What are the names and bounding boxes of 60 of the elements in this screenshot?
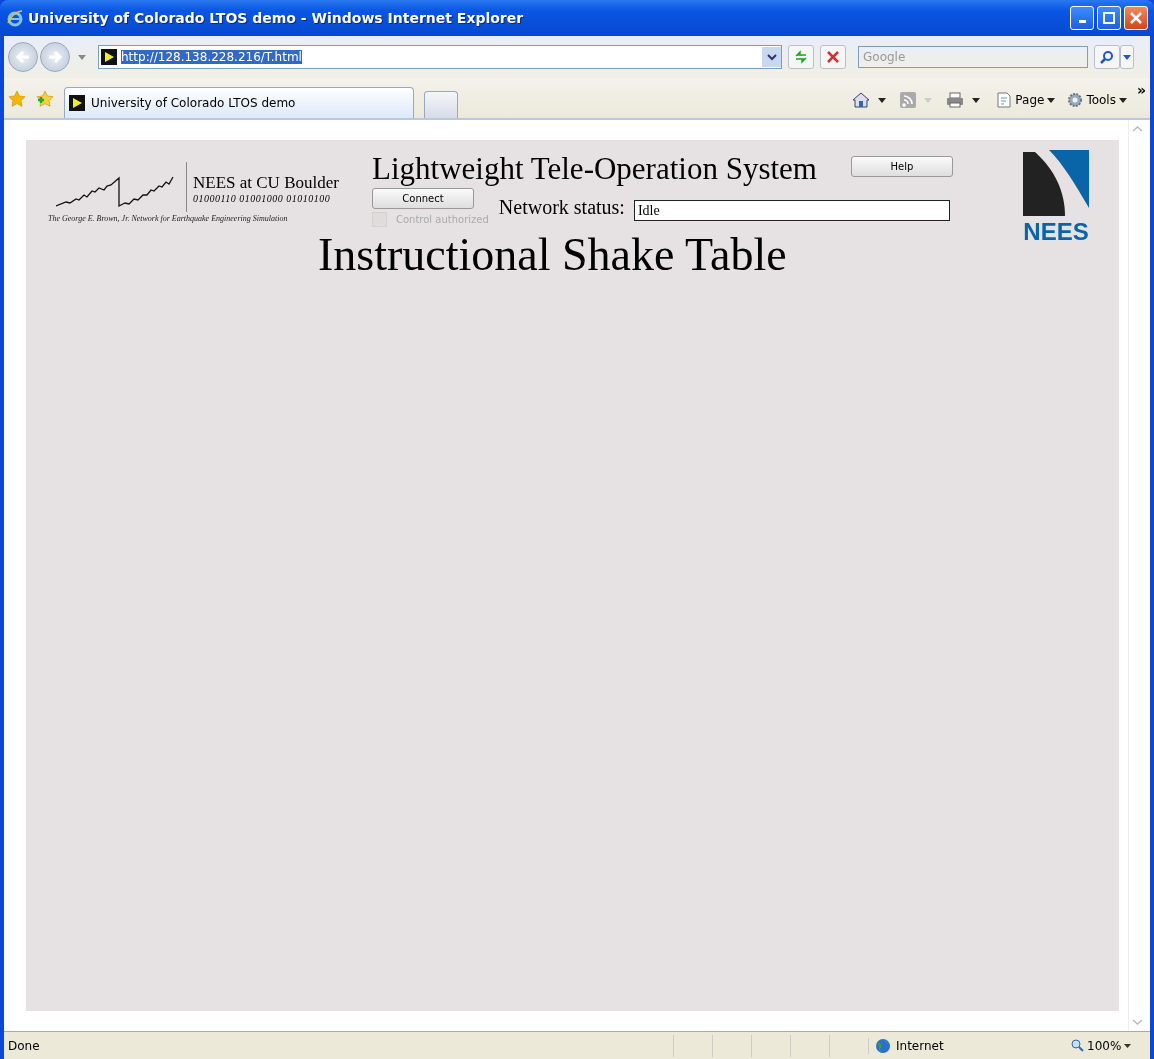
overflow-button[interactable]: » [1136,82,1146,98]
minimize-icon [1078,20,1086,23]
printer-icon[interactable] [946,92,965,108]
zoom-button[interactable]: 100% [1065,1037,1138,1054]
add-favorite-icon[interactable] [36,90,54,108]
refresh-icon [794,50,808,64]
dropdown-icon[interactable] [78,54,86,60]
caret-icon [1118,97,1127,103]
close-button[interactable] [1124,6,1148,30]
url-text: http://128.138.228.216/T.html [121,50,302,64]
page-heading: Instructional Shake Table [318,232,787,278]
refresh-button[interactable] [788,45,814,69]
nees-logo: NEES [1010,150,1102,246]
new-tab-button[interactable] [424,91,458,118]
magnifier-icon [1071,1039,1084,1052]
browser-logo-icon [6,9,24,27]
command-button[interactable]: Tools [1065,92,1129,108]
gear-icon [1067,92,1084,108]
caret-icon[interactable] [972,97,981,103]
network-status-label: Network status: [498,196,625,219]
chevron-icon [766,53,777,61]
feed-icon[interactable] [900,92,917,108]
search-icon [1100,50,1114,64]
status-text: Done [7,1038,41,1053]
star-icon[interactable] [8,90,26,108]
close-icon [1130,12,1142,24]
back-button[interactable] [8,42,38,72]
window-title: University of Colorado LTOS demo - Windows Internet Explorer [28,10,525,26]
caret-icon [1123,54,1131,60]
forward-arrow-icon [47,50,63,64]
search-options-button[interactable] [1120,45,1134,69]
page-icon [996,92,1013,108]
search-button[interactable] [1094,45,1120,69]
stop-button[interactable] [820,45,846,69]
maximize-button[interactable] [1097,6,1121,30]
caret-icon [1124,1043,1132,1048]
caret-icon [1047,97,1056,103]
command-button[interactable]: Page [994,92,1058,108]
globe-icon [875,1037,891,1054]
help-button[interactable]: Help [850,156,953,177]
stop-icon [827,51,839,63]
forward-button[interactable] [40,42,70,72]
caret-icon[interactable] [878,97,887,103]
binary-text: 01000110 01001000 01010100 [193,193,332,204]
maximize-icon [1103,12,1115,24]
brand-name: NEES at CU Boulder [193,173,339,193]
browser-tab[interactable]: University of Colorado LTOS demo [64,87,414,118]
security-zone: Internet [896,1038,944,1053]
dropdown-button[interactable] [762,47,781,67]
address-field[interactable]: http://128.138.228.216/T.html [98,45,782,69]
minimize-button[interactable] [1070,6,1094,30]
site-icon [101,49,117,65]
home-icon[interactable] [852,91,871,109]
search-field[interactable]: Google [858,46,1088,68]
network-status-field: Idle [633,200,950,221]
back-arrow-icon [15,50,31,64]
brand-caption: The George E. Brown, Jr. Network for Earthquake Engineering Simulation [48,214,289,223]
site-icon [69,95,85,111]
connect-button[interactable]: Connect [372,188,474,209]
system-title: Lightweight Tele-Operation System [372,150,817,188]
